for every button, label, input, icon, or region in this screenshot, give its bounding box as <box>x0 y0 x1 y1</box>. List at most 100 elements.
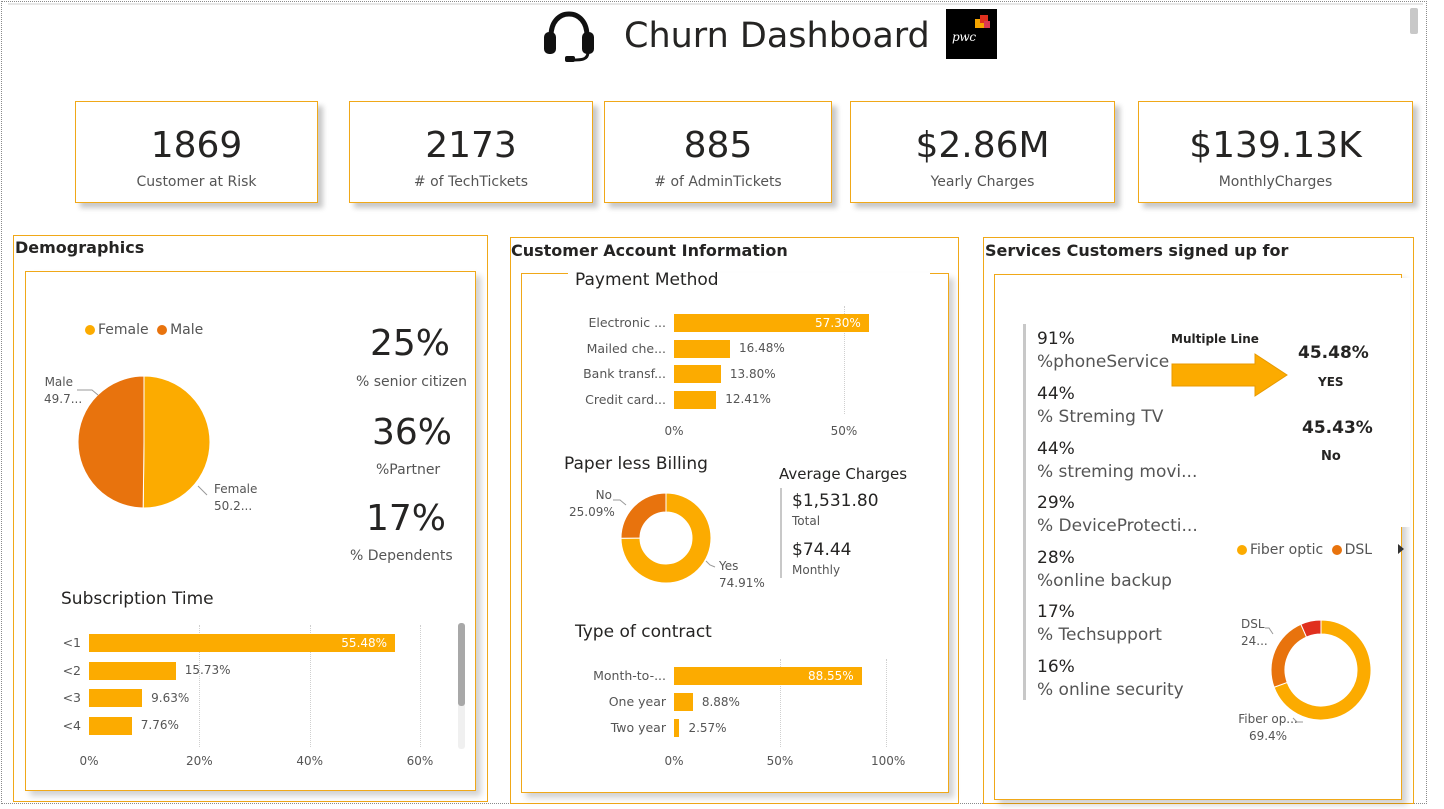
inner-top-border-right <box>930 273 949 274</box>
legend-dsl[interactable]: DSL <box>1345 542 1372 558</box>
legend-dot-fiber <box>1237 545 1247 555</box>
female-slice-label: Female 50.2... <box>214 482 258 513</box>
category-label: <3 <box>62 690 81 705</box>
donut-leader-lines <box>613 499 716 568</box>
x-axis-tick-label: 60% <box>406 754 434 768</box>
service-percent: 44% <box>1037 384 1075 404</box>
vertical-scrollbar[interactable] <box>1410 8 1418 34</box>
kpi-card-monthly-charges[interactable]: $139.13K MonthlyCharges <box>1138 101 1413 203</box>
data-label: 15.73% <box>184 663 231 677</box>
headset-icon <box>544 11 594 62</box>
x-axis-tick-label: 0% <box>664 424 684 438</box>
contract-type-title: Type of contract <box>575 622 712 642</box>
kpi-label: Yearly Charges <box>930 174 1035 190</box>
top-divider <box>8 3 1423 5</box>
service-percent: 16% <box>1037 657 1075 677</box>
multiple-line-yes-value: 45.48% <box>1298 343 1369 363</box>
data-label: 9.63% <box>151 690 190 705</box>
bar[interactable] <box>674 365 721 383</box>
average-monthly-value: $74.44 <box>792 540 852 560</box>
category-label: Credit card... <box>585 391 666 407</box>
senior-citizen-value: 25% <box>370 323 451 364</box>
category-label: Bank transf... <box>583 366 666 381</box>
x-axis-tick-label: 0% <box>664 754 684 768</box>
bar[interactable] <box>674 693 693 711</box>
data-label: 55.48% <box>341 635 388 650</box>
kpi-card-admin-tickets[interactable]: 885 # of AdminTickets <box>604 101 832 203</box>
bar[interactable] <box>89 716 132 735</box>
logo-text: pwc <box>952 30 976 44</box>
x-axis-tick-label: 50% <box>766 754 794 768</box>
legend-dot-dsl <box>1331 545 1342 555</box>
data-label: 16.48% <box>739 341 785 355</box>
category-label: <2 <box>62 662 81 678</box>
paperless-yes-label: Yes 74.91% <box>719 559 765 590</box>
kpi-card-yearly-charges[interactable]: $2.86M Yearly Charges <box>850 101 1115 203</box>
data-label: 8.88% <box>701 694 740 709</box>
dependents-label: % Dependents <box>350 548 453 564</box>
category-label: Month-to-... <box>593 668 666 683</box>
legend-fiber[interactable]: Fiber optic <box>1250 542 1323 558</box>
service-label: %online backup <box>1037 571 1172 591</box>
data-label: 2.57% <box>688 720 727 735</box>
service-percent: 17% <box>1037 602 1075 622</box>
service-label: % streming movi... <box>1037 462 1198 482</box>
services-card-gap <box>1400 278 1410 527</box>
average-charges-title: Average Charges <box>779 465 908 483</box>
average-total-value: $1,531.80 <box>792 491 879 511</box>
bar[interactable] <box>674 390 717 409</box>
service-percent: 29% <box>1037 493 1075 513</box>
bar[interactable] <box>674 719 680 737</box>
subscription-scroll-thumb[interactable] <box>458 623 465 706</box>
paperless-billing-title: Paper less Billing <box>564 454 708 474</box>
x-axis-tick-label: 100% <box>871 754 906 768</box>
bar[interactable] <box>89 661 176 680</box>
average-charges-divider <box>780 488 782 578</box>
kpi-label: Customer at Risk <box>136 174 257 190</box>
gridline <box>886 659 887 747</box>
data-label: 88.55% <box>807 668 854 683</box>
page-title: Churn Dashboard <box>624 16 930 56</box>
kpi-card-customers-at-risk[interactable]: 1869 Customer at Risk <box>75 101 318 203</box>
kpi-card-tech-tickets[interactable]: 2173 # of TechTickets <box>349 101 593 203</box>
multiple-line-yes-label: YES <box>1318 375 1344 389</box>
multiple-line-label: Multiple Line <box>1171 332 1259 346</box>
kpi-label: MonthlyCharges <box>1218 174 1333 190</box>
service-label: % Streming TV <box>1037 407 1164 427</box>
services-title: Services Customers signed up for <box>985 241 1289 260</box>
payment-method-title: Payment Method <box>575 270 719 290</box>
data-label: 13.80% <box>729 366 776 381</box>
average-monthly-label: Monthly <box>792 563 841 577</box>
gender-legend: Female Male <box>85 322 203 338</box>
category-label: <4 <box>62 717 81 733</box>
multiple-line-no-value: 45.43% <box>1302 418 1373 438</box>
kpi-label: # of AdminTickets <box>654 174 782 190</box>
service-label: % online security <box>1037 680 1184 700</box>
x-axis-tick-label: 40% <box>296 754 323 768</box>
bar[interactable] <box>89 689 143 707</box>
service-label: %phoneService <box>1037 352 1170 372</box>
dsl-slice-label: DSL 24... <box>1241 617 1268 648</box>
service-label: % Techsupport <box>1037 625 1162 645</box>
legend-next-arrow-icon[interactable] <box>1396 543 1406 555</box>
senior-citizen-label: % senior citizen <box>356 374 467 390</box>
x-axis-tick-label: 0% <box>79 754 99 768</box>
subscription-time-title: Subscription Time <box>61 589 214 609</box>
dependents-value: 17% <box>366 498 447 539</box>
internet-legend: Fiber optic DSL <box>1237 542 1372 558</box>
multiple-line-no-label: No <box>1321 449 1341 464</box>
paperless-no-label: No 25.09% <box>569 488 615 519</box>
services-list-divider <box>1023 324 1026 700</box>
gridline <box>420 625 421 747</box>
kpi-value: 885 <box>683 125 753 166</box>
legend-female[interactable]: Female <box>98 322 149 338</box>
account-title: Customer Account Information <box>511 241 788 260</box>
kpi-value: $139.13K <box>1189 125 1362 166</box>
service-label: % DeviceProtecti... <box>1037 516 1198 536</box>
demographics-title: Demographics <box>15 238 145 257</box>
legend-male[interactable]: Male <box>170 322 203 338</box>
category-label: One year <box>608 694 666 709</box>
bar[interactable] <box>674 339 731 358</box>
data-label: 57.30% <box>815 315 861 330</box>
partner-label: %Partner <box>376 462 441 478</box>
